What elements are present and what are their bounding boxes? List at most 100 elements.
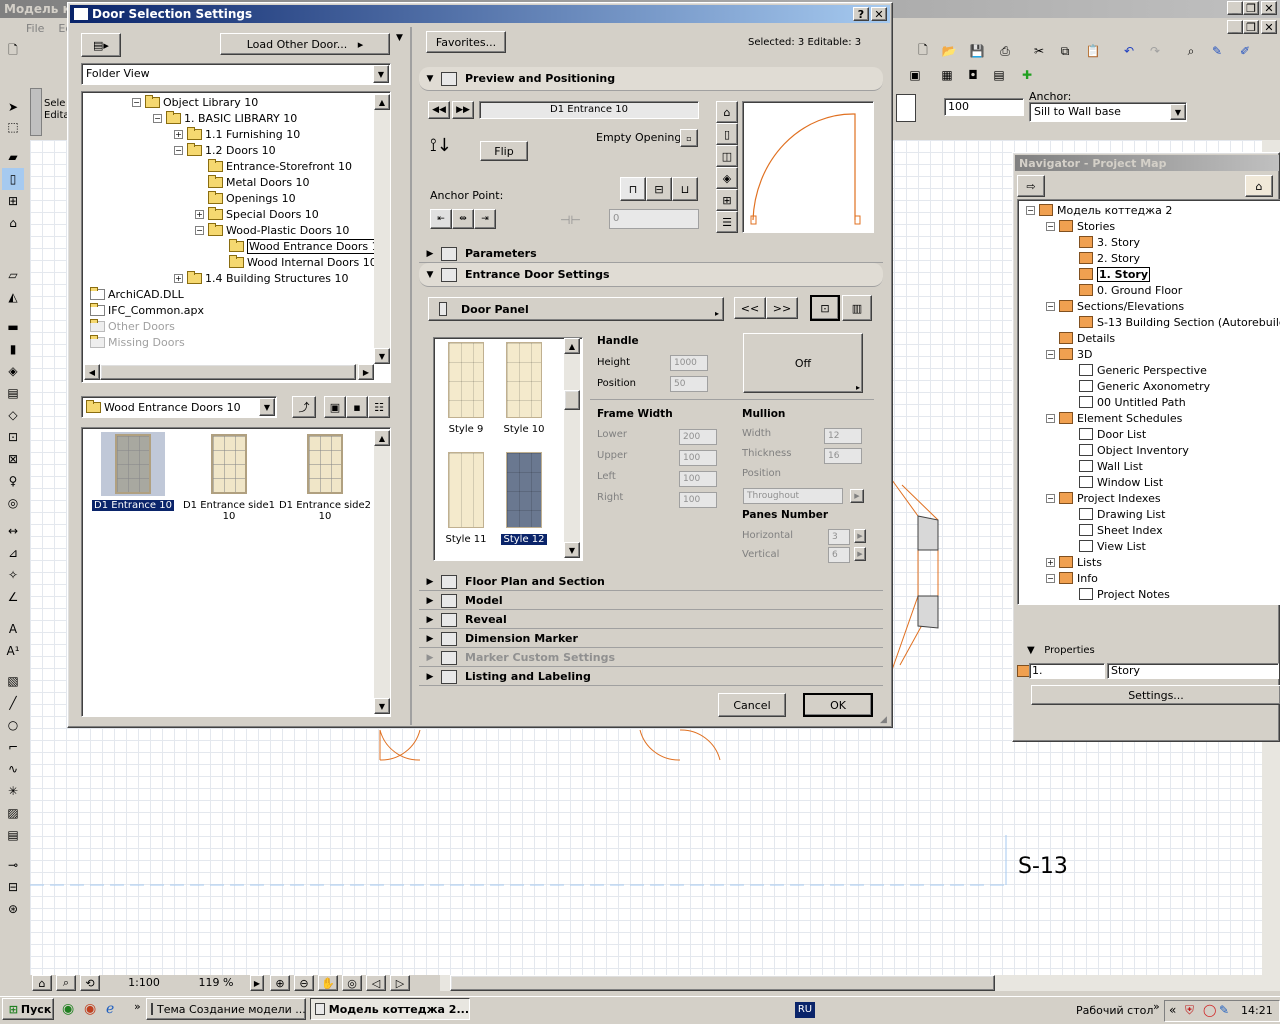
navigator-item[interactable]: Details xyxy=(1046,330,1115,346)
quicklaunch-more-icon[interactable]: » xyxy=(134,1000,141,1013)
expand-toggle-icon[interactable]: − xyxy=(132,97,141,107)
section-tool-icon[interactable]: ⊸ xyxy=(2,854,24,876)
horizontal-scrollbar[interactable] xyxy=(440,975,1280,991)
new-icon[interactable]: 🗋 xyxy=(912,40,934,62)
navigator-item[interactable]: − Модель коттеджа 2 xyxy=(1026,202,1172,218)
roof-tool-icon[interactable]: ◭ xyxy=(2,286,24,308)
list-view-icon[interactable]: ☰ xyxy=(716,211,738,233)
handle-position-input[interactable]: 50 xyxy=(670,376,708,392)
chevron-down-icon[interactable]: ▼ xyxy=(1170,104,1186,120)
expand-toggle-icon[interactable]: + xyxy=(174,129,183,139)
skylight-tool-icon[interactable]: ◇ xyxy=(2,404,24,426)
quicklaunch-3-icon[interactable]: ℯ xyxy=(106,1001,114,1017)
cancel-button[interactable]: Cancel xyxy=(718,693,786,717)
render-icon[interactable]: ▦ xyxy=(936,64,958,86)
scale-display[interactable]: 1:100 xyxy=(106,975,182,991)
expand-toggle-icon[interactable]: + xyxy=(174,273,183,283)
favorites-button[interactable]: Favorites... xyxy=(426,31,506,53)
story-number-input[interactable]: 1. xyxy=(1029,663,1105,679)
fill-tool-icon[interactable]: ▧ xyxy=(2,670,24,692)
panes-vertical-input[interactable]: 6 xyxy=(828,547,850,563)
desktop-more-icon[interactable]: » xyxy=(1153,1000,1160,1013)
expand-toggle-icon[interactable]: + xyxy=(195,209,204,219)
grid-snap-icon[interactable]: ✚ xyxy=(1016,64,1038,86)
start-button[interactable]: ⊞ Пуск xyxy=(2,998,54,1020)
current-folder-select[interactable]: Wood Entrance Doors 10 xyxy=(81,396,277,418)
expand-toggle-icon[interactable]: − xyxy=(1046,301,1055,311)
expand-toggle-icon[interactable]: − xyxy=(195,225,204,235)
panel-style-option[interactable]: Style 10 xyxy=(496,342,552,435)
frame-right-input[interactable]: 100 xyxy=(679,492,717,508)
navigator-item[interactable]: Door List xyxy=(1066,426,1146,442)
camera-tool-icon[interactable]: ◎ xyxy=(2,492,24,514)
project-map-icon[interactable]: ⌂ xyxy=(1245,175,1273,197)
opera-icon[interactable]: ◯ xyxy=(1203,1003,1216,1017)
anchor-select[interactable]: Sill to Wall base xyxy=(1029,102,1187,122)
tree-item[interactable]: ArchiCAD.DLL xyxy=(90,286,184,302)
tree-item[interactable]: +1.4 Building Structures 10 xyxy=(174,270,349,286)
layout-icon[interactable]: ⌂ xyxy=(32,975,52,991)
navigator-item[interactable]: − Sections/Elevations xyxy=(1046,298,1184,314)
navigator-item[interactable]: − Element Schedules xyxy=(1046,410,1182,426)
stair-tool-icon[interactable]: ▤ xyxy=(2,382,24,404)
quicklaunch-2-icon[interactable]: ◉ xyxy=(84,1001,96,1017)
object-tool-icon[interactable]: ⌂ xyxy=(2,212,24,234)
text-tool-icon[interactable]: A xyxy=(2,618,24,640)
door-thumbnail[interactable]: D1 Entrance side1 10 xyxy=(182,432,276,522)
chevron-down-icon[interactable]: ▼ xyxy=(259,398,275,416)
chevron-down-icon[interactable]: ▼ xyxy=(373,65,389,83)
camera-icon[interactable]: ◘ xyxy=(962,64,984,86)
history-icon[interactable]: ⟲ xyxy=(80,975,100,991)
tree-hscroll-thumb[interactable] xyxy=(100,364,356,380)
help-button[interactable]: ? xyxy=(853,7,869,21)
window-tool-icon[interactable]: ⊞ xyxy=(2,190,24,212)
panel-style-option[interactable]: Style 9 xyxy=(438,342,494,435)
splitter[interactable] xyxy=(410,27,412,725)
quicklaunch-1-icon[interactable]: ◉ xyxy=(62,1001,74,1017)
tree-hscroll[interactable]: ◀ ▶ xyxy=(84,364,374,380)
zone-tool-icon[interactable]: ⊠ xyxy=(2,448,24,470)
navigator-item[interactable]: − 3D xyxy=(1046,346,1092,362)
doc-minimize-button[interactable]: _ xyxy=(1227,20,1243,34)
dialog-close-button[interactable]: ✕ xyxy=(871,7,887,21)
panel-style-option[interactable]: Style 12 xyxy=(496,452,552,545)
door-thumbnail[interactable]: D1 Entrance side2 10 xyxy=(278,432,372,522)
drawing-tool-icon[interactable]: ▤ xyxy=(2,824,24,846)
scroll-up-icon[interactable]: ▲ xyxy=(564,338,580,354)
mullion-position-select[interactable]: Throughout xyxy=(743,488,843,504)
line-tool-icon[interactable]: ╱ xyxy=(2,692,24,714)
paste-icon[interactable]: 📋 xyxy=(1082,40,1104,62)
door-thumbnail[interactable]: D1 Entrance 10 xyxy=(86,432,180,511)
load-other-door-button[interactable]: Load Other Door... ▸ xyxy=(220,33,390,55)
print-icon[interactable]: ⎙ xyxy=(994,40,1016,62)
navigator-item[interactable]: Generic Axonometry xyxy=(1066,378,1210,394)
settings-section-header[interactable]: ▶ Reveal xyxy=(419,611,883,629)
expand-toggle-icon[interactable]: − xyxy=(1046,221,1055,231)
navigator-item[interactable]: Project Notes xyxy=(1066,586,1170,602)
doc-restore-button[interactable]: ❐ xyxy=(1243,20,1259,34)
handle-toggle-button[interactable]: Off ▸ xyxy=(743,333,863,393)
navigator-item[interactable]: Wall List xyxy=(1066,458,1143,474)
panel-collapse-icon[interactable]: ▼ xyxy=(396,33,410,43)
wall-position-outside-icon[interactable]: ⊔ xyxy=(672,177,698,201)
beam-tool-icon[interactable]: ▬ xyxy=(2,316,24,338)
small-icons-icon[interactable]: ▪ xyxy=(346,396,368,418)
fit-window-icon[interactable]: ◎ xyxy=(342,975,362,991)
navigator-item[interactable]: View List xyxy=(1066,538,1146,554)
syringe-icon[interactable]: ✐ xyxy=(1234,40,1256,62)
3d-view-icon[interactable]: ▣ xyxy=(904,64,926,86)
door-panel-select[interactable]: Door Panel ▸ xyxy=(428,297,724,321)
next-door-icon[interactable]: ▶▶ xyxy=(452,101,474,119)
network-icon[interactable]: ✎ xyxy=(1219,1003,1229,1017)
tree-item[interactable]: Other Doors xyxy=(90,318,175,334)
antivirus-icon[interactable]: ⛨ xyxy=(1185,1003,1194,1018)
app-restore-button[interactable]: ❐ xyxy=(1243,1,1259,15)
scroll-down-icon[interactable]: ▼ xyxy=(374,348,390,364)
wall-position-inside-icon[interactable]: ⊓ xyxy=(620,177,646,201)
anchor-right-icon[interactable]: ⇥ xyxy=(474,209,496,229)
undo-icon[interactable]: ↶ xyxy=(1118,40,1140,62)
elevation-view-icon[interactable]: ▯ xyxy=(716,123,738,145)
list-style-icon[interactable]: ⊡ xyxy=(810,295,840,321)
tree-item[interactable]: − Wood-Plastic Doors 10 xyxy=(195,222,349,238)
door-tool-icon[interactable]: ▯ xyxy=(2,168,24,190)
